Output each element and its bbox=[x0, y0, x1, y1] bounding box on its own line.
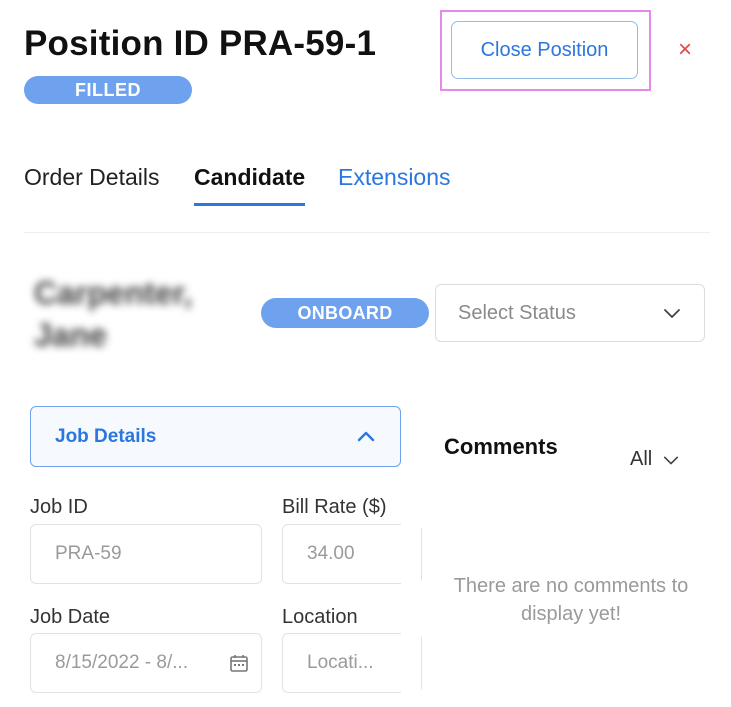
page-title: Position ID PRA-59-1 bbox=[24, 24, 377, 63]
tab-extensions[interactable]: Extensions bbox=[338, 164, 451, 191]
job-id-label: Job ID bbox=[30, 496, 88, 518]
tab-candidate[interactable]: Candidate bbox=[194, 164, 306, 206]
job-date-label: Job Date bbox=[30, 606, 111, 628]
tab-order-details[interactable]: Order Details bbox=[24, 164, 159, 191]
job-date-field[interactable]: 8/15/2022 - 8/... bbox=[30, 633, 262, 693]
comments-empty-message: There are no comments to display yet! bbox=[453, 575, 689, 625]
job-id-field[interactable]: PRA-59 bbox=[30, 524, 262, 584]
status-select[interactable]: Select Status bbox=[435, 284, 705, 342]
job-details-label: Job Details bbox=[55, 425, 157, 447]
calendar-icon[interactable] bbox=[229, 653, 249, 673]
job-date-value: 8/15/2022 - 8/... bbox=[55, 652, 189, 673]
job-details-accordion[interactable]: Job Details bbox=[30, 406, 401, 467]
bill-rate-label: Bill Rate ($) bbox=[282, 496, 387, 518]
onboard-badge: ONBOARD bbox=[261, 298, 429, 328]
close-icon[interactable]: × bbox=[672, 36, 698, 64]
status-select-placeholder: Select Status bbox=[458, 301, 576, 324]
comments-title: Comments bbox=[444, 434, 558, 459]
chevron-down-icon bbox=[664, 309, 680, 318]
status-badge: FILLED bbox=[24, 76, 192, 104]
chevron-up-icon bbox=[357, 431, 375, 441]
candidate-name: Carpenter, Jane bbox=[34, 275, 193, 353]
location-label: Location bbox=[282, 606, 358, 628]
comments-filter-value: All bbox=[630, 448, 653, 470]
comments-filter[interactable]: All bbox=[630, 448, 680, 471]
panel-clip bbox=[401, 480, 421, 707]
chevron-down-icon bbox=[664, 455, 679, 464]
close-position-button[interactable]: Close Position bbox=[451, 21, 638, 79]
tab-divider bbox=[24, 232, 710, 233]
